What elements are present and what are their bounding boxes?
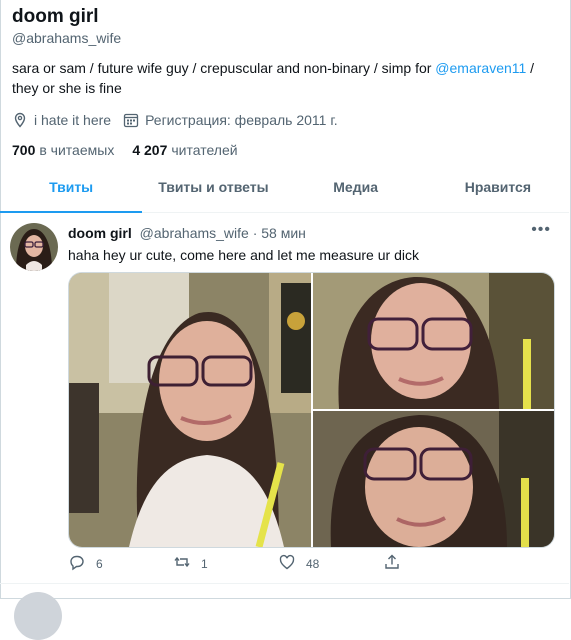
reply-icon — [68, 553, 86, 574]
tweet-time[interactable]: · 58 мин — [253, 225, 306, 241]
media-photo-2[interactable] — [313, 273, 554, 409]
tab-tweets[interactable]: Твиты — [0, 162, 143, 213]
like-button[interactable]: 48 — [278, 553, 383, 574]
profile-counts: 700 в читаемых 4 207 читателей — [12, 142, 559, 158]
bio-text: sara or sam / future wife guy / crepuscu… — [12, 60, 436, 76]
profile-joined: Регистрация: февраль 2011 г. — [123, 112, 338, 128]
tweet-handle[interactable]: @abrahams_wife — [140, 225, 249, 241]
profile-bio: sara or sam / future wife guy / crepuscu… — [12, 58, 559, 98]
reply-count: 6 — [96, 556, 103, 571]
calendar-icon — [123, 112, 139, 128]
tweet[interactable]: doom girl @abrahams_wife · 58 мин ••• ha… — [0, 213, 569, 584]
joined-text: Регистрация: февраль 2011 г. — [145, 112, 338, 128]
followers-count: 4 207 — [132, 142, 168, 158]
tweet-author[interactable]: doom girl — [68, 225, 132, 241]
share-button[interactable] — [383, 553, 488, 574]
bio-mention-link[interactable]: @emaraven11 — [435, 60, 526, 76]
location-text: i hate it here — [34, 112, 112, 128]
profile-name: doom girl — [12, 6, 99, 27]
like-count: 48 — [306, 556, 320, 571]
share-icon — [383, 553, 401, 574]
profile-meta: i hate it here Регистрация: февраль 2011… — [12, 112, 559, 128]
followers-link[interactable]: 4 207 читателей — [132, 142, 237, 158]
profile-handle: @abrahams_wife — [12, 30, 122, 46]
tab-likes[interactable]: Нравится — [427, 162, 569, 212]
followers-label: читателей — [171, 142, 238, 158]
heart-icon — [278, 553, 296, 574]
tweet-header: doom girl @abrahams_wife · 58 мин — [68, 225, 306, 241]
tweet-media-grid — [68, 272, 555, 548]
tab-media[interactable]: Медиа — [285, 162, 427, 212]
profile-tabs: Твиты Твиты и ответы Медиа Нравится — [0, 162, 569, 213]
tweet-text: haha hey ur cute, come here and let me m… — [68, 247, 419, 263]
following-count: 700 — [12, 142, 36, 158]
tweet-avatar[interactable] — [10, 223, 58, 271]
location-pin-icon — [12, 112, 28, 128]
retweet-button[interactable]: 1 — [173, 553, 278, 574]
tweet-actions: 6 1 48 — [68, 553, 488, 574]
following-link[interactable]: 700 в читаемых — [12, 142, 114, 158]
media-photo-1[interactable] — [69, 273, 311, 547]
following-label: в читаемых — [39, 142, 115, 158]
media-photo-3[interactable] — [313, 411, 554, 547]
reply-button[interactable]: 6 — [68, 553, 173, 574]
retweet-count: 1 — [201, 556, 208, 571]
more-options-icon[interactable]: ••• — [531, 221, 551, 239]
profile-location: i hate it here — [12, 112, 111, 128]
retweet-icon — [173, 553, 191, 574]
tab-tweets-and-replies[interactable]: Твиты и ответы — [142, 162, 284, 212]
next-tweet-avatar[interactable] — [14, 592, 62, 640]
profile-header: doom girl @abrahams_wife sara or sam / f… — [12, 6, 559, 158]
